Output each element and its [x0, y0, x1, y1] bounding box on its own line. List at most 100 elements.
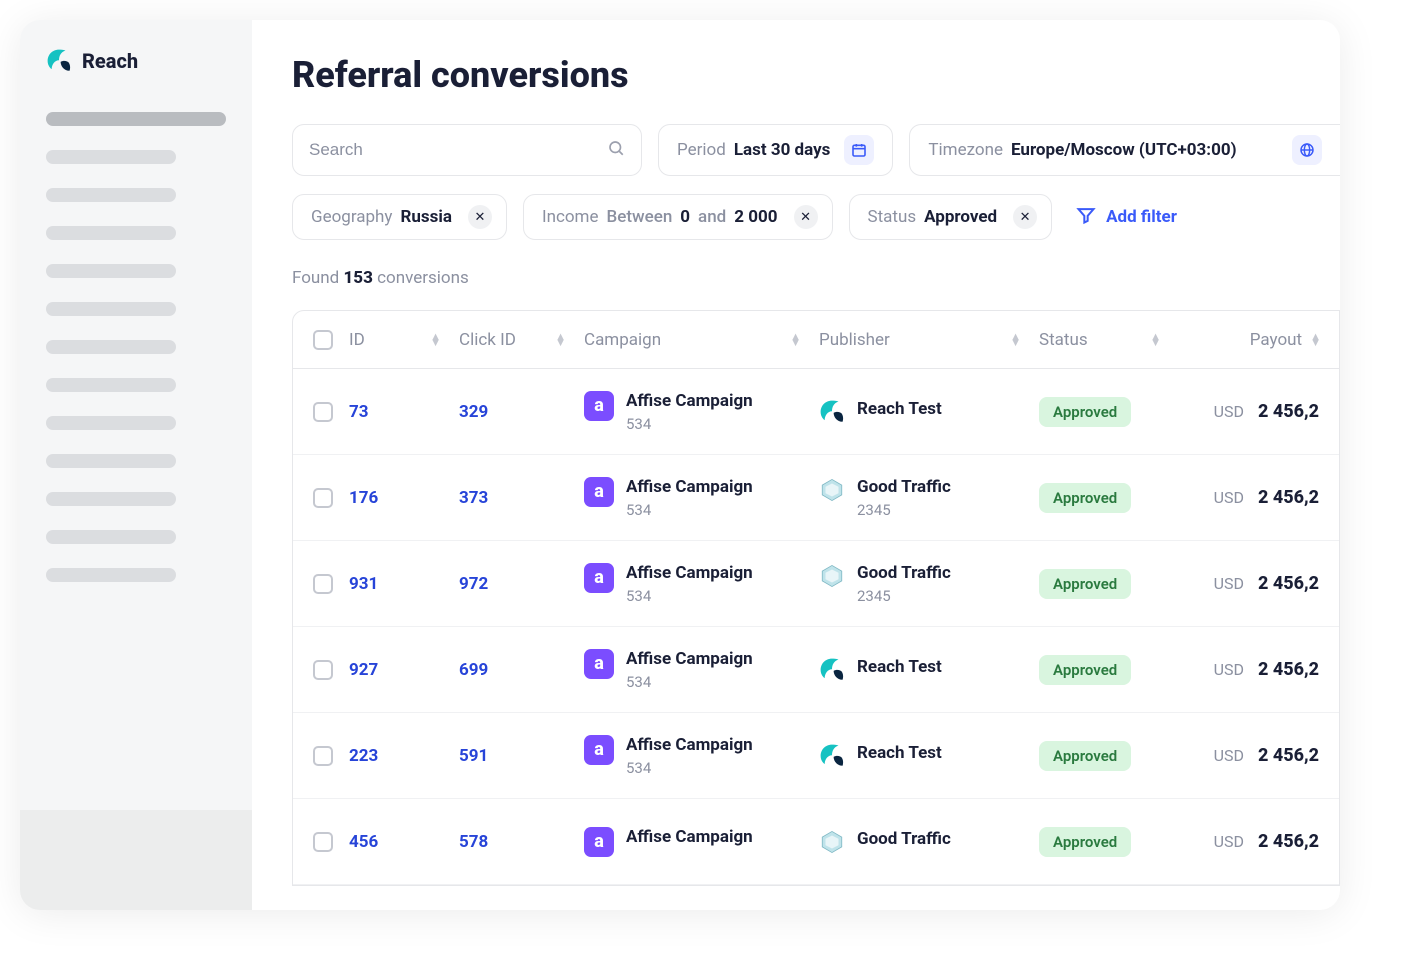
publisher-name: Reach Test: [857, 743, 942, 763]
page-title: Referral conversions: [292, 54, 1340, 96]
table-row: 176373aAffise Campaign534Good Traffic234…: [293, 455, 1339, 541]
publisher-name: Good Traffic: [857, 563, 951, 583]
sort-icon[interactable]: ▲▼: [430, 334, 439, 346]
nav-item-placeholder[interactable]: [46, 264, 176, 278]
col-id[interactable]: ID: [349, 330, 365, 350]
sort-icon[interactable]: ▲▼: [1010, 334, 1019, 346]
row-checkbox[interactable]: [313, 746, 333, 766]
period-label: Period: [677, 140, 726, 160]
filter-chip-geography[interactable]: Geography Russia ✕: [292, 194, 507, 240]
table-row: 223591aAffise Campaign534Reach TestAppro…: [293, 713, 1339, 799]
nav-item-placeholder[interactable]: [46, 492, 176, 506]
timezone-filter[interactable]: Timezone Europe/Moscow (UTC+03:00): [909, 124, 1340, 176]
table-header: ID ▲▼ Click ID ▲▼ Campaign ▲▼ Publisher ▲▼ S…: [293, 311, 1339, 369]
nav-item-placeholder[interactable]: [46, 454, 176, 468]
search-input-wrapper[interactable]: [292, 124, 642, 176]
period-value: Last 30 days: [734, 140, 831, 160]
nav-item-placeholder[interactable]: [46, 150, 176, 164]
row-checkbox[interactable]: [313, 660, 333, 680]
main-content: Referral conversions Period Last 30 days…: [252, 20, 1340, 910]
campaign-sub: 534: [626, 415, 753, 433]
search-input[interactable]: [309, 140, 607, 160]
sidebar: Reach: [20, 20, 252, 910]
remove-filter-icon[interactable]: ✕: [468, 205, 492, 229]
row-id-link[interactable]: 73: [349, 402, 369, 422]
row-click-id-link[interactable]: 329: [459, 402, 488, 422]
nav-item-placeholder[interactable]: [46, 226, 176, 240]
affise-logo-icon: a: [584, 735, 614, 765]
globe-icon: [1292, 135, 1322, 165]
row-click-id-link[interactable]: 591: [459, 746, 488, 766]
campaign-sub: 534: [626, 673, 753, 691]
table-row: 927699aAffise Campaign534Reach TestAppro…: [293, 627, 1339, 713]
col-campaign[interactable]: Campaign: [584, 330, 661, 350]
calendar-icon: [844, 135, 874, 165]
col-click-id[interactable]: Click ID: [459, 330, 516, 350]
row-id-link[interactable]: 931: [349, 574, 378, 594]
nav-item-placeholder[interactable]: [46, 568, 176, 582]
row-click-id-link[interactable]: 578: [459, 832, 488, 852]
sort-icon[interactable]: ▲▼: [790, 334, 799, 346]
filter-chip-status[interactable]: Status Approved ✕: [849, 194, 1053, 240]
row-checkbox[interactable]: [313, 832, 333, 852]
payout-currency: USD: [1214, 832, 1244, 851]
row-click-id-link[interactable]: 373: [459, 488, 488, 508]
sort-icon[interactable]: ▲▼: [1310, 334, 1319, 346]
sort-icon[interactable]: ▲▼: [1150, 334, 1159, 346]
period-filter[interactable]: Period Last 30 days: [658, 124, 893, 176]
select-all-checkbox[interactable]: [313, 330, 333, 350]
publisher-sub: 2345: [857, 587, 951, 605]
affise-logo-icon: a: [584, 563, 614, 593]
remove-filter-icon[interactable]: ✕: [794, 205, 818, 229]
publisher-name: Good Traffic: [857, 477, 951, 497]
row-id-link[interactable]: 927: [349, 660, 378, 680]
search-icon: [607, 139, 625, 161]
nav-item-placeholder[interactable]: [46, 340, 176, 354]
timezone-value: Europe/Moscow (UTC+03:00): [1011, 140, 1237, 160]
table-row: 931 972 a Affise Campaign 534 Good Traffic 234…: [293, 541, 1339, 627]
results-count: Found 153 conversions: [292, 268, 1340, 288]
row-id-link[interactable]: 456: [349, 832, 378, 852]
row-id-link[interactable]: 176: [349, 488, 378, 508]
row-click-id-link[interactable]: 972: [459, 574, 488, 594]
publisher-name: Reach Test: [857, 657, 942, 677]
status-badge: Approved: [1039, 827, 1131, 857]
payout-currency: USD: [1214, 746, 1244, 765]
timezone-label: Timezone: [928, 140, 1003, 160]
campaign-sub: 534: [626, 587, 753, 605]
status-badge: Approved: [1039, 397, 1131, 427]
campaign-name: Affise Campaign: [626, 563, 753, 583]
logo[interactable]: Reach: [46, 48, 226, 74]
row-checkbox[interactable]: [313, 402, 333, 422]
row-id-link[interactable]: 223: [349, 746, 378, 766]
campaign-name: Affise Campaign: [626, 827, 753, 847]
col-payout[interactable]: Payout: [1250, 330, 1302, 350]
reach-logo-icon: [819, 743, 845, 769]
nav-item-placeholder[interactable]: [46, 530, 176, 544]
reach-logo-icon: [819, 399, 845, 425]
payout-currency: USD: [1214, 402, 1244, 421]
nav-item-placeholder[interactable]: [46, 378, 176, 392]
filter-chip-income[interactable]: Income Between 0 and 2 000 ✕: [523, 194, 833, 240]
sort-icon[interactable]: ▲▼: [555, 334, 564, 346]
row-checkbox[interactable]: [313, 488, 333, 508]
row-click-id-link[interactable]: 699: [459, 660, 488, 680]
nav-item-placeholder[interactable]: [46, 302, 176, 316]
status-badge: Approved: [1039, 569, 1131, 599]
hex-logo-icon: [819, 563, 845, 589]
row-checkbox[interactable]: [313, 574, 333, 594]
nav-item-placeholder[interactable]: [46, 188, 176, 202]
add-filter-button[interactable]: Add filter: [1068, 205, 1185, 230]
nav-item-placeholder[interactable]: [46, 416, 176, 430]
payout-value: 2 456,2: [1258, 401, 1319, 422]
payout-value: 2 456,2: [1258, 831, 1319, 852]
affise-logo-icon: a: [584, 649, 614, 679]
affise-logo-icon: a: [584, 391, 614, 421]
payout-value: 2 456,2: [1258, 573, 1319, 594]
col-status[interactable]: Status: [1039, 330, 1088, 350]
remove-filter-icon[interactable]: ✕: [1013, 205, 1037, 229]
reach-logo-icon: [46, 48, 72, 74]
col-publisher[interactable]: Publisher: [819, 330, 890, 350]
payout-currency: USD: [1214, 488, 1244, 507]
nav-item-placeholder[interactable]: [46, 112, 226, 126]
